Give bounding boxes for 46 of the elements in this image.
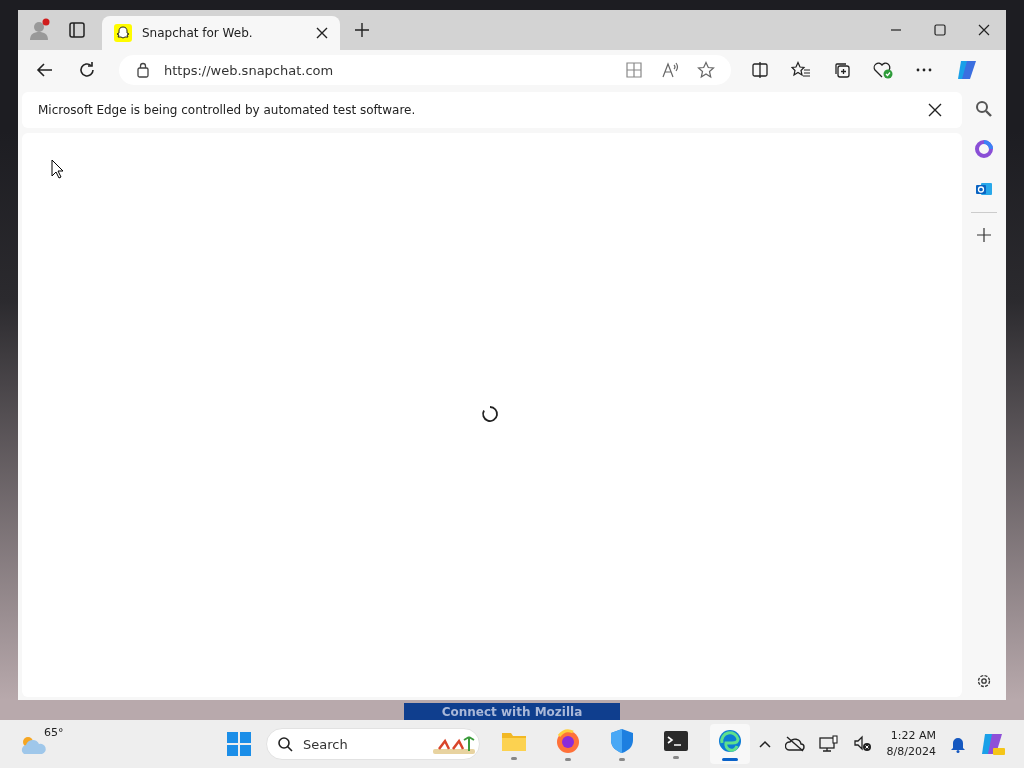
profile-icon[interactable] <box>28 18 52 42</box>
refresh-icon[interactable] <box>77 60 97 80</box>
address-bar[interactable]: https://web.snapchat.com <box>119 55 731 85</box>
tab-actions-icon[interactable] <box>68 21 86 39</box>
connect-button[interactable]: Connect with Mozilla <box>404 703 620 720</box>
close-icon[interactable] <box>316 27 328 39</box>
start-icon[interactable] <box>226 731 252 757</box>
shield-icon <box>610 727 634 754</box>
chevron-up-icon[interactable] <box>758 739 771 749</box>
browser-wave-icon <box>717 727 743 754</box>
mail-icon[interactable] <box>975 180 993 198</box>
tab-title: Snapchat for Web. <box>142 26 254 40</box>
infobar-message: Microsoft Edge is being controlled by automated test software. <box>38 103 416 117</box>
clock-time[interactable]: 1:22 AM <box>890 728 936 744</box>
speaker-muted-icon[interactable] <box>852 735 873 753</box>
url-text: https://web.snapchat.com <box>164 62 334 78</box>
monitor-icon[interactable] <box>818 735 839 753</box>
clock-date[interactable]: 8/8/2024 <box>886 744 936 760</box>
settings-icon[interactable] <box>975 672 993 690</box>
heart-check-icon[interactable] <box>873 61 893 79</box>
terminal-icon <box>663 729 689 752</box>
ghost-logo-icon <box>114 24 132 42</box>
beach-chairs-icon <box>433 733 475 755</box>
lock-icon[interactable] <box>136 62 150 78</box>
add-icon[interactable] <box>976 227 992 243</box>
search-icon[interactable] <box>975 100 993 118</box>
new-tab-icon[interactable] <box>354 22 370 38</box>
bell-icon[interactable] <box>950 735 966 753</box>
search-bar[interactable]: Search <box>266 728 480 760</box>
maximize-icon[interactable] <box>934 24 946 36</box>
close-icon[interactable] <box>928 103 942 117</box>
star-icon[interactable] <box>697 61 715 79</box>
cloud-offline-icon[interactable] <box>784 736 805 752</box>
search-field[interactable]: Search <box>301 735 425 753</box>
read-aloud-icon[interactable] <box>661 61 679 79</box>
temperature[interactable]: 65° <box>44 726 64 739</box>
taskbar-app[interactable] <box>710 724 750 764</box>
loading-spinner-icon <box>481 405 499 423</box>
mouse-cursor-icon <box>51 159 65 179</box>
split-screen-icon[interactable] <box>751 61 769 79</box>
favorites-icon[interactable] <box>791 61 811 79</box>
search-icon <box>277 736 293 752</box>
close-icon[interactable] <box>978 24 990 36</box>
browser-tab[interactable]: Snapchat for Web. <box>102 16 340 50</box>
collections-icon[interactable] <box>833 61 851 79</box>
apps-icon[interactable] <box>625 61 643 79</box>
